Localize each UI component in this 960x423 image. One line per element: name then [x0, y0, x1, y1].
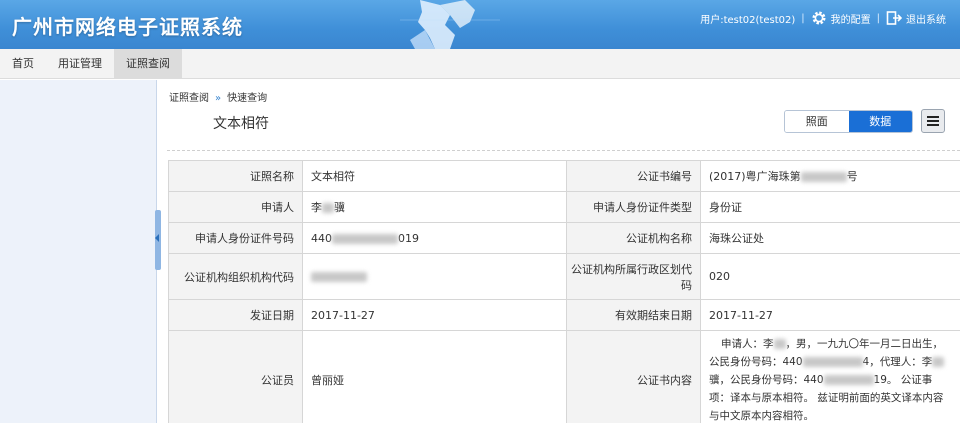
- hamburger-icon: [927, 120, 939, 122]
- hamburger-icon: [927, 116, 939, 118]
- content-text: 4，代理人：李: [862, 356, 933, 368]
- field-label: 公证机构所属行政区划代码: [566, 253, 701, 300]
- guangzhou-map-graphic: [400, 0, 500, 49]
- my-config-label: 我的配置: [830, 14, 871, 26]
- page-title: 文本相符: [213, 116, 269, 132]
- breadcrumb-current: 快速查询: [227, 93, 268, 104]
- field-label: 发证日期: [168, 299, 303, 331]
- field-label: 申请人身份证件号码: [168, 222, 303, 254]
- field-value: 2017-11-27: [700, 299, 960, 331]
- sidebar: [0, 80, 157, 423]
- field-value: 海珠公证处: [700, 222, 960, 254]
- redacted-text: [800, 172, 847, 182]
- field-value: 2017-11-27: [302, 299, 567, 331]
- view-data-button[interactable]: 数据: [848, 111, 912, 132]
- field-value: 020: [700, 253, 960, 300]
- table-row: 公证员 曾丽娅 公证书内容 申请人：李 ，男，一九九〇年一月二日出生，公民身份号码…: [168, 330, 960, 423]
- field-label: 申请人身份证件类型: [566, 191, 701, 223]
- field-label: 公证书编号: [566, 160, 701, 192]
- certificate-detail-table: 证照名称 文本相符 公证书编号 (2017)粤广海珠第 号 申请人 李骥 申请人身…: [168, 160, 960, 423]
- content-text: 申请人：李: [721, 338, 774, 350]
- redacted-text: [802, 357, 863, 367]
- gear-icon: [812, 11, 826, 25]
- field-value: [302, 253, 567, 300]
- field-label: 证照名称: [168, 160, 303, 192]
- tab-certificate-management[interactable]: 用证管理: [46, 49, 114, 79]
- user-label: 用户:test02(test02): [700, 14, 796, 26]
- tab-home[interactable]: 首页: [0, 49, 46, 79]
- logout-label: 退出系统: [906, 14, 946, 26]
- notary-number-prefix: (2017)粤广海珠第: [709, 170, 801, 183]
- redacted-text: [932, 357, 945, 367]
- sidebar-collapse-handle[interactable]: [155, 210, 161, 270]
- redacted-text: [332, 233, 398, 244]
- table-row: 发证日期 2017-11-27 有效期结束日期 2017-11-27: [168, 299, 960, 331]
- field-label: 公证书内容: [566, 330, 701, 423]
- table-row: 公证机构组织机构代码 公证机构所属行政区划代码 020: [168, 253, 960, 300]
- divider: |: [801, 12, 805, 24]
- id-number-part: 019: [398, 231, 419, 245]
- field-value: 文本相符: [302, 160, 567, 192]
- applicant-name-part: 骥: [334, 201, 345, 214]
- id-number-part: 440: [311, 231, 332, 245]
- field-value: (2017)粤广海珠第 号: [700, 160, 960, 192]
- field-label: 公证机构名称: [566, 222, 701, 254]
- my-config-link[interactable]: 我的配置: [811, 10, 871, 26]
- view-toggle: 照面 数据: [784, 110, 913, 133]
- main-content: 证照查阅 » 快速查询 文本相符 照面 数据 证照名称 文本相符 公证书编号 (20…: [167, 80, 960, 423]
- notary-content: 申请人：李 ，男，一九九〇年一月二日出生，公民身份号码：440 4，代理人：李骥，公…: [700, 330, 960, 423]
- logout-icon: [886, 11, 902, 25]
- header-user-area: 用户:test02(test02) | 我的配置 | 退出系统: [700, 10, 946, 26]
- field-label: 有效期结束日期: [566, 299, 701, 331]
- field-value: 李骥: [302, 191, 567, 223]
- field-value: 曾丽娅: [302, 330, 567, 423]
- chevron-left-icon: [155, 234, 159, 242]
- table-row: 申请人身份证件号码 440 019 公证机构名称 海珠公证处: [168, 222, 960, 254]
- applicant-name-part: 李: [311, 201, 322, 214]
- menu-button[interactable]: [921, 109, 945, 133]
- logout-link[interactable]: 退出系统: [886, 10, 946, 26]
- divider: |: [876, 12, 880, 24]
- breadcrumb-separator-icon: »: [215, 93, 222, 104]
- divider: [167, 150, 960, 151]
- table-row: 申请人 李骥 申请人身份证件类型 身份证: [168, 191, 960, 223]
- redacted-text: [322, 203, 334, 213]
- breadcrumb-parent[interactable]: 证照查阅: [169, 93, 209, 104]
- redacted-text: [773, 339, 786, 349]
- field-label: 公证员: [168, 330, 303, 423]
- view-image-button[interactable]: 照面: [785, 111, 849, 132]
- field-value: 身份证: [700, 191, 960, 223]
- redacted-text: [823, 375, 874, 385]
- field-label: 公证机构组织机构代码: [168, 253, 303, 300]
- app-header: 广州市网络电子证照系统 用户:test02(test02) | 我的配置 | 退…: [0, 0, 960, 49]
- redacted-text: [311, 272, 367, 282]
- content-text: 骥，公民身份号码：440: [709, 374, 824, 386]
- hamburger-icon: [927, 124, 939, 126]
- main-nav: 首页 用证管理 证照查阅: [0, 49, 960, 79]
- field-value: 440 019: [302, 222, 567, 254]
- tab-certificate-lookup[interactable]: 证照查阅: [114, 49, 182, 79]
- app-title: 广州市网络电子证照系统: [12, 15, 243, 39]
- field-label: 申请人: [168, 191, 303, 223]
- notary-number-suffix: 号: [846, 170, 858, 183]
- table-row: 证照名称 文本相符 公证书编号 (2017)粤广海珠第 号: [168, 160, 960, 192]
- breadcrumb: 证照查阅 » 快速查询: [169, 89, 267, 104]
